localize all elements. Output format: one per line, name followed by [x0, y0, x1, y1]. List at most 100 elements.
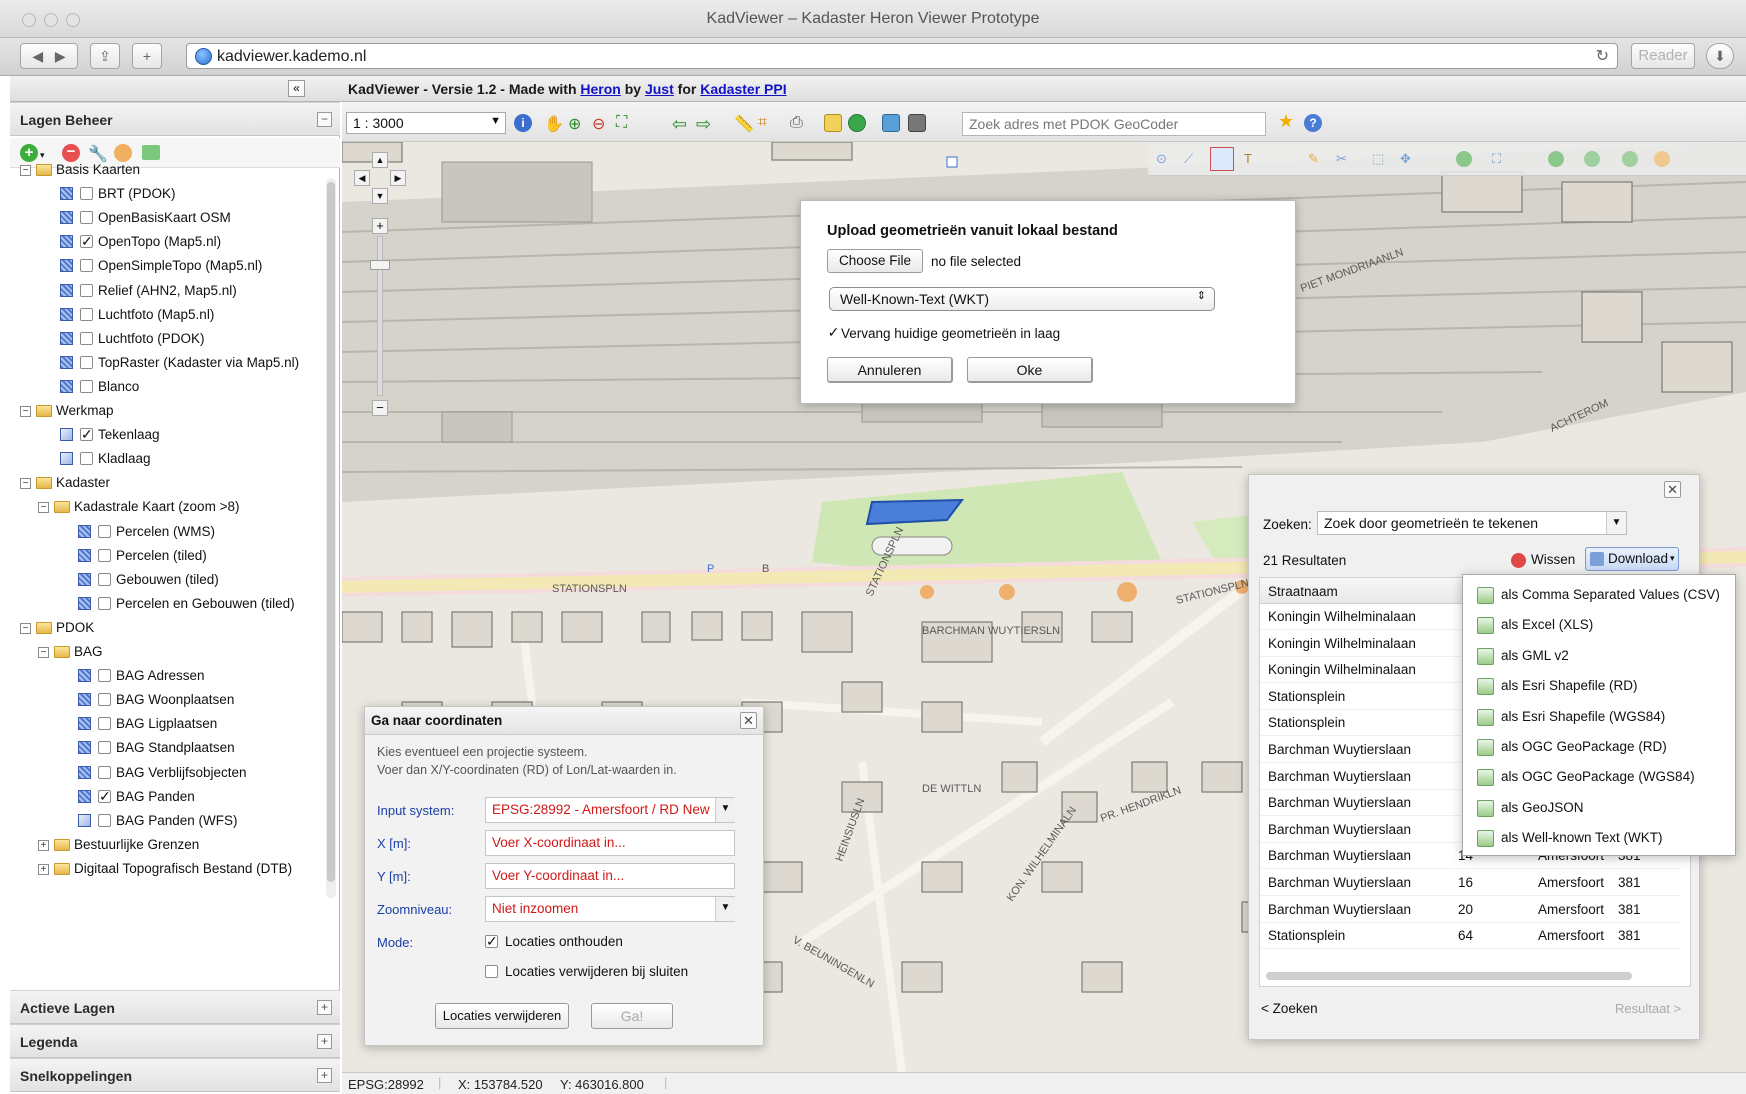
print-icon[interactable]: ⎙ [790, 114, 808, 132]
forward-icon[interactable]: ▶ [55, 48, 66, 64]
download-menu-item[interactable]: als Excel (XLS) [1463, 609, 1733, 639]
download-button[interactable]: Download ▾ [1585, 547, 1679, 571]
back-forward-buttons[interactable]: ◀ ▶ [20, 43, 78, 69]
pan-control[interactable]: ▲ ◀ ▶ ▼ [352, 152, 408, 208]
layer-tree-item[interactable]: BAG Adressen [10, 666, 328, 688]
url-text[interactable]: kadviewer.kademo.nl [217, 48, 366, 66]
geocoder-search-input[interactable]: Zoek adres met PDOK GeoCoder [962, 112, 1266, 136]
close-icon[interactable]: ✕ [740, 712, 757, 729]
collapse-layer-panel-button[interactable]: − [317, 112, 332, 127]
download-menu-item[interactable]: als Well-known Text (WKT) [1463, 822, 1733, 852]
new-tab-button[interactable]: + [132, 43, 162, 69]
layer-checkbox[interactable] [98, 717, 111, 731]
move-icon[interactable]: ✥ [1400, 151, 1416, 167]
layer-checkbox[interactable] [98, 669, 111, 683]
globe-2-icon[interactable] [1548, 151, 1564, 167]
layer-checkbox[interactable] [98, 572, 111, 586]
layer-tree-item[interactable]: Percelen en Gebouwen (tiled) [10, 594, 328, 616]
layer-checkbox[interactable] [80, 331, 93, 345]
globe-search-icon[interactable] [848, 114, 866, 132]
layer-checkbox[interactable] [98, 813, 111, 827]
layer-tree-item[interactable]: + Bestuurlijke Grenzen [10, 835, 328, 857]
next-extent-icon[interactable]: ⇨ [696, 114, 714, 134]
expand-icon[interactable]: + [38, 839, 49, 851]
go-button[interactable]: Ga! [591, 1003, 673, 1029]
layer-checkbox[interactable] [80, 355, 93, 369]
download-menu-item[interactable]: als OGC GeoPackage (RD) [1463, 731, 1733, 761]
help-icon[interactable]: ? [1304, 114, 1322, 132]
layer-checkbox[interactable] [98, 548, 111, 562]
draw-polygon-icon[interactable] [1210, 147, 1234, 171]
x-input[interactable]: Voer X-coordinaat in... [485, 830, 735, 856]
download-menu-item[interactable]: als Comma Separated Values (CSV) [1463, 579, 1733, 609]
layer-tree-item[interactable]: Percelen (tiled) [10, 546, 328, 568]
collapse-icon[interactable]: − [20, 165, 31, 176]
layer-tree-item[interactable]: +Actueel Hoogtebestand (AHN) [10, 883, 328, 886]
globe-3-icon[interactable] [1584, 151, 1600, 167]
layer-tree-item[interactable]: ✓ OpenTopo (Map5.nl) [10, 232, 328, 254]
layer-tree-item[interactable]: Percelen (WMS) [10, 522, 328, 544]
zoom-extent-icon[interactable]: ⛶ [616, 114, 634, 132]
layer-tree-item[interactable]: OpenSimpleTopo (Map5.nl) [10, 256, 328, 278]
chevron-down-icon[interactable]: ▼ [715, 798, 735, 822]
layer-tree-item[interactable]: BAG Woonplaatsen [10, 690, 328, 712]
zoom-in-button[interactable]: + [372, 218, 388, 234]
zoom-slider-handle[interactable] [370, 260, 390, 270]
share-button[interactable]: ⇪ [90, 43, 120, 69]
remove-locations-button[interactable]: Locaties verwijderen [435, 1003, 569, 1029]
reload-icon[interactable]: ↻ [1596, 46, 1609, 66]
downloads-button[interactable]: ⬇ [1706, 43, 1734, 69]
layer-checkbox[interactable] [98, 524, 111, 538]
layer-tree-item[interactable]: Gebouwen (tiled) [10, 570, 328, 592]
upload-geometry-icon[interactable] [824, 114, 842, 132]
reader-button[interactable]: Reader [1631, 43, 1695, 69]
layer-tree-item[interactable]: Kladlaag [10, 449, 328, 471]
layer-tree-item[interactable]: TopRaster (Kadaster via Map5.nl) [10, 353, 328, 375]
section-actieve-lagen[interactable]: Actieve Lagen + [10, 990, 340, 1024]
just-link[interactable]: Just [645, 81, 674, 97]
layer-checkbox[interactable] [98, 693, 111, 707]
layer-tree-item[interactable]: − Kadastrale Kaart (zoom >8) [10, 497, 328, 519]
back-icon[interactable]: ◀ [32, 48, 43, 64]
calculator-icon[interactable] [908, 114, 926, 132]
layer-tree-item[interactable]: BAG Panden (WFS) [10, 811, 328, 833]
back-to-search-button[interactable]: < Zoeken [1261, 1001, 1318, 1016]
layer-tree-item[interactable]: OpenBasisKaart OSM [10, 208, 328, 230]
pan-hand-icon[interactable]: ✋ [544, 114, 564, 133]
chevron-down-icon[interactable]: ▼ [715, 897, 735, 921]
previous-extent-icon[interactable]: ⇦ [672, 114, 690, 134]
layer-export-icon[interactable] [142, 145, 160, 160]
y-input[interactable]: Voer Y-coordinaat in... [485, 863, 735, 889]
collapse-left-panel-button[interactable]: « [288, 80, 305, 97]
format-select[interactable]: Well-Known-Text (WKT) ⇕ [829, 287, 1215, 311]
layer-tree-item[interactable]: − Basis Kaarten [10, 160, 328, 182]
pan-right-icon[interactable]: ▶ [390, 170, 406, 186]
layer-tree-item[interactable]: BAG Standplaatsen [10, 738, 328, 760]
layer-tree-item[interactable]: − BAG [10, 642, 328, 664]
replace-checkbox[interactable]: ✓ [827, 325, 840, 340]
download-menu-item[interactable]: als GeoJSON [1463, 792, 1733, 822]
zoom-out-icon[interactable]: ⊖ [592, 114, 610, 133]
layer-tree-item[interactable]: Blanco [10, 377, 328, 399]
draw-point-icon[interactable]: ⊙ [1156, 151, 1172, 167]
measure-length-icon[interactable]: 📏 [734, 114, 754, 133]
layer-checkbox[interactable] [80, 379, 93, 393]
heron-link[interactable]: Heron [580, 81, 620, 97]
edit-pencil-icon[interactable]: ✎ [1308, 151, 1324, 167]
draw-line-icon[interactable]: ⟋ [1184, 151, 1200, 167]
expand-icon[interactable]: + [317, 1000, 332, 1015]
layer-checkbox[interactable] [80, 307, 93, 321]
ok-button[interactable]: Oke [967, 357, 1093, 383]
coordinates-icon[interactable] [882, 114, 900, 132]
layer-tree-item[interactable]: ✓ BAG Panden [10, 787, 328, 809]
layer-checkbox[interactable] [98, 596, 111, 610]
pan-up-icon[interactable]: ▲ [372, 152, 388, 168]
table-row[interactable]: Barchman Wuytierslaan 16 Amersfoort 381 [1260, 870, 1680, 896]
star-icon[interactable]: ★ [1278, 111, 1296, 131]
remove-on-close-checkbox[interactable] [485, 965, 498, 978]
zoom-level-select[interactable]: Niet inzoomen [485, 896, 735, 922]
layer-checkbox[interactable] [80, 259, 93, 273]
layer-checkbox[interactable] [80, 211, 93, 225]
zoom-in-icon[interactable]: ⊕ [568, 114, 586, 133]
info-icon[interactable]: i [514, 114, 532, 132]
